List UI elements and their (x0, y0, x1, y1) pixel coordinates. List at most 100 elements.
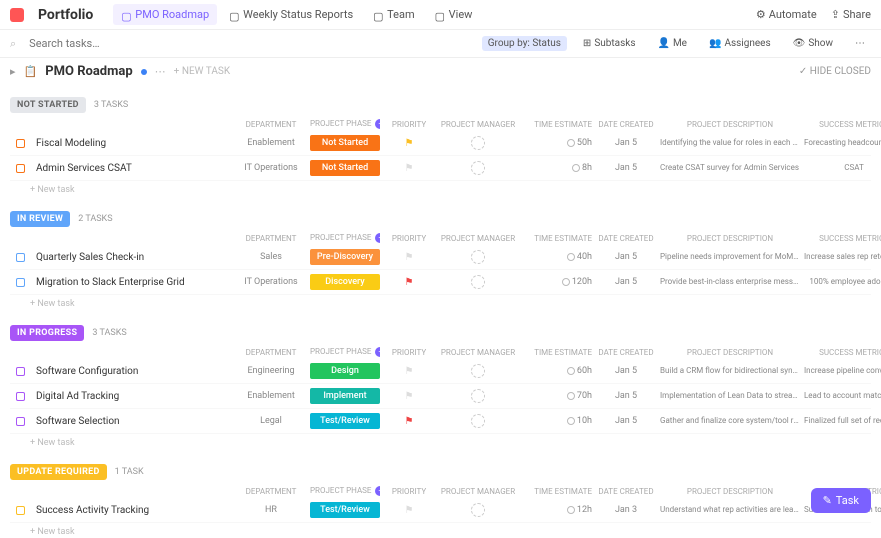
task-name[interactable]: Software Configuration (32, 366, 232, 377)
department-cell: HR (236, 505, 306, 515)
metrics-cell: Increase sales rep retention rates QoQ a… (804, 252, 881, 262)
description-cell: Identifying the value for roles in each … (660, 138, 800, 148)
pm-avatar[interactable] (471, 250, 485, 264)
tab-weekly-status-reports[interactable]: ▢Weekly Status Reports (221, 4, 361, 25)
group-badge[interactable]: IN PROGRESS (10, 325, 84, 341)
task-name[interactable]: Digital Ad Tracking (32, 391, 232, 402)
column-headers: DEPARTMENTPROJECT PHASE +PRIORITYPROJECT… (10, 345, 871, 359)
phase-badge[interactable]: Not Started (310, 160, 380, 176)
date-created: Jan 5 (596, 277, 656, 287)
time-estimate: 40h (522, 252, 592, 262)
group-badge[interactable]: IN REVIEW (10, 211, 70, 227)
add-task-button[interactable]: + New task (10, 295, 871, 313)
pm-avatar[interactable] (471, 161, 485, 175)
add-task-button[interactable]: + New task (10, 181, 871, 199)
pm-avatar[interactable] (471, 364, 485, 378)
pm-avatar[interactable] (471, 136, 485, 150)
task-row[interactable]: Fiscal Modeling Enablement Not Started ⚑… (10, 131, 871, 156)
priority-cell[interactable]: ⚑ (384, 505, 434, 516)
description-cell: Provide best-in-class enterprise messagi… (660, 277, 800, 287)
tab-view[interactable]: ▢View (427, 4, 481, 25)
status-square[interactable] (16, 506, 25, 515)
task-name[interactable]: Success Activity Tracking (32, 505, 232, 516)
task-row[interactable]: Software Configuration Engineering Desig… (10, 359, 871, 384)
status-square[interactable] (16, 253, 25, 262)
search-input[interactable] (26, 34, 472, 53)
department-cell: Legal (236, 416, 306, 426)
column-headers: DEPARTMENTPROJECT PHASE +PRIORITYPROJECT… (10, 117, 871, 131)
subtasks-toggle[interactable]: ⊞ Subtasks (577, 36, 642, 51)
task-row[interactable]: Software Selection Legal Test/Review ⚑ 1… (10, 409, 871, 434)
priority-cell[interactable]: ⚑ (384, 391, 434, 402)
task-name[interactable]: Admin Services CSAT (32, 163, 232, 174)
task-row[interactable]: Admin Services CSAT IT Operations Not St… (10, 156, 871, 181)
priority-cell[interactable]: ⚑ (384, 252, 434, 263)
group-badge[interactable]: NOT STARTED (10, 97, 86, 113)
list-icon: 📋 (24, 65, 38, 78)
more-icon[interactable]: ⋯ (155, 65, 166, 78)
automate-button[interactable]: ⚙ Automate (756, 8, 817, 21)
date-created: Jan 5 (596, 366, 656, 376)
status-square[interactable] (16, 367, 25, 376)
status-square[interactable] (16, 278, 25, 287)
task-row[interactable]: Quarterly Sales Check-in Sales Pre-Disco… (10, 245, 871, 270)
department-cell: Sales (236, 252, 306, 262)
department-cell: Enablement (236, 138, 306, 148)
date-created: Jan 5 (596, 138, 656, 148)
status-square[interactable] (16, 139, 25, 148)
pm-avatar[interactable] (471, 389, 485, 403)
add-task-button[interactable]: + New task (10, 434, 871, 452)
date-created: Jan 5 (596, 252, 656, 262)
metrics-cell: CSAT (804, 163, 881, 173)
hide-closed-button[interactable]: ✓ HIDE CLOSED (799, 66, 871, 77)
phase-badge[interactable]: Pre-Discovery (310, 249, 380, 265)
time-estimate: 60h (522, 366, 592, 376)
group-by-pill[interactable]: Group by: Status (482, 36, 567, 51)
task-fab[interactable]: ✎ Task (811, 488, 871, 513)
group-badge[interactable]: UPDATE REQUIRED (10, 464, 107, 480)
task-name[interactable]: Software Selection (32, 416, 232, 427)
priority-cell[interactable]: ⚑ (384, 138, 434, 149)
phase-badge[interactable]: Not Started (310, 135, 380, 151)
task-row[interactable]: Digital Ad Tracking Enablement Implement… (10, 384, 871, 409)
collapse-icon[interactable]: ▸ (10, 65, 16, 78)
share-button[interactable]: ⇪ Share (831, 8, 871, 21)
assignees-filter[interactable]: 👥 Assignees (703, 36, 777, 51)
new-task-button[interactable]: + NEW TASK (174, 66, 230, 77)
time-estimate: 70h (522, 391, 592, 401)
add-task-button[interactable]: + New task (10, 523, 871, 538)
metrics-cell: Finalized full set of requirements for V… (804, 416, 881, 426)
status-square[interactable] (16, 392, 25, 401)
more-menu[interactable]: ⋯ (849, 36, 871, 51)
task-count: 1 TASK (115, 467, 144, 477)
task-name[interactable]: Fiscal Modeling (32, 138, 232, 149)
task-name[interactable]: Migration to Slack Enterprise Grid (32, 277, 232, 288)
metrics-cell: 100% employee adoption (804, 277, 881, 287)
description-cell: Gather and finalize core system/tool req… (660, 416, 800, 426)
task-row[interactable]: Migration to Slack Enterprise Grid IT Op… (10, 270, 871, 295)
task-name[interactable]: Quarterly Sales Check-in (32, 252, 232, 263)
tab-team[interactable]: ▢Team (365, 4, 423, 25)
status-square[interactable] (16, 417, 25, 426)
priority-cell[interactable]: ⚑ (384, 416, 434, 427)
priority-cell[interactable]: ⚑ (384, 366, 434, 377)
phase-badge[interactable]: Implement (310, 388, 380, 404)
time-estimate: 8h (522, 163, 592, 173)
task-row[interactable]: Success Activity Tracking HR Test/Review… (10, 498, 871, 523)
me-filter[interactable]: 👤 Me (651, 36, 693, 51)
pm-avatar[interactable] (471, 275, 485, 289)
status-square[interactable] (16, 164, 25, 173)
time-estimate: 12h (522, 505, 592, 515)
phase-badge[interactable]: Test/Review (310, 413, 380, 429)
date-created: Jan 5 (596, 163, 656, 173)
pm-avatar[interactable] (471, 414, 485, 428)
show-menu[interactable]: 👁 Show (787, 36, 839, 51)
tab-pmo-roadmap[interactable]: ▢PMO Roadmap (113, 4, 217, 25)
phase-badge[interactable]: Discovery (310, 274, 380, 290)
phase-badge[interactable]: Design (310, 363, 380, 379)
priority-cell[interactable]: ⚑ (384, 163, 434, 174)
priority-cell[interactable]: ⚑ (384, 277, 434, 288)
task-count: 2 TASKS (78, 214, 112, 224)
pm-avatar[interactable] (471, 503, 485, 517)
phase-badge[interactable]: Test/Review (310, 502, 380, 518)
